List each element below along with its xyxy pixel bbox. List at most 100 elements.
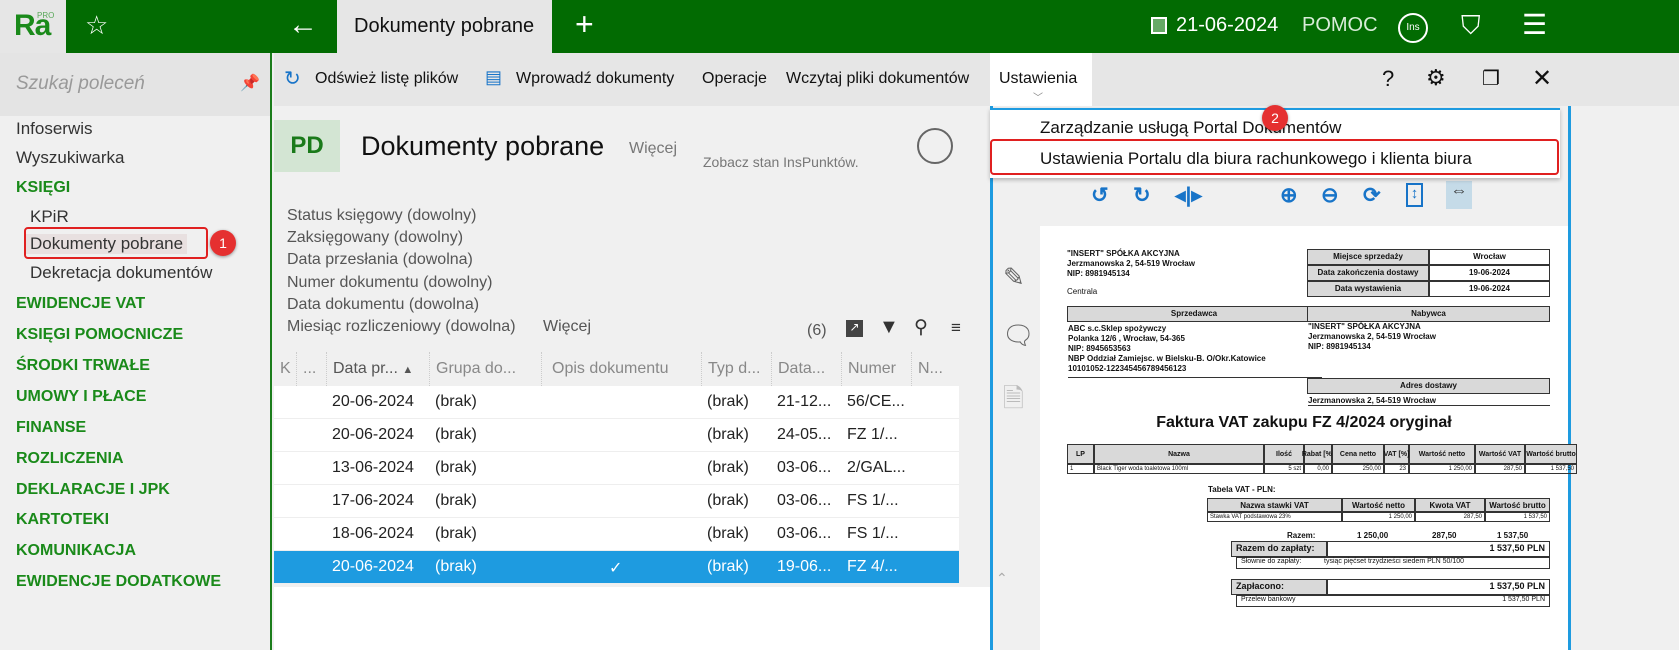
table-row[interactable]: 20-06-2024 (brak) (brak) 21-12... 56/CE... (274, 386, 959, 419)
more-link[interactable]: Więcej (629, 140, 677, 158)
refresh-button[interactable]: Odśwież listę plików (315, 70, 458, 88)
edit-document-icon[interactable]: ✎ (1003, 262, 1025, 293)
documents-table: K ... Data pr... ▲ Grupa do... Opis doku… (274, 352, 959, 587)
sidebar-section[interactable]: ŚRODKI TRWAŁE (16, 357, 150, 375)
table-cell: 03-06... (777, 525, 832, 542)
table-row[interactable]: 20-06-2024 (brak) (brak) 24-05... FZ 1/... (274, 419, 959, 452)
tab-dokumenty-pobrane[interactable]: Dokumenty pobrane (337, 0, 552, 53)
table-row[interactable]: 13-06-2024 (brak) (brak) 03-06... 2/GAL... (274, 452, 959, 485)
search-input[interactable]: Szukaj poleceń (0, 53, 270, 116)
filters-more-link[interactable]: Więcej (543, 318, 591, 336)
table-row[interactable]: 18-06-2024 (brak) (brak) 03-06... FS 1/... (274, 518, 959, 551)
seller-line: NIP: 8945653563 (1068, 344, 1131, 353)
issuer-line: Centrala (1067, 287, 1098, 296)
column-header[interactable]: Typ d... (701, 352, 771, 386)
inspunkty-link[interactable]: Zobacz stan InsPunktów. (703, 154, 859, 170)
column-header[interactable]: Numer (841, 352, 911, 386)
filter-month[interactable]: Miesiąc rozliczeniowy (dowolna) (287, 318, 516, 336)
rotate-right-icon[interactable]: ↻ (1133, 183, 1151, 208)
table-header-cell: Kwota VAT (1415, 498, 1485, 512)
column-header[interactable]: Opis dokumentu (541, 352, 701, 386)
calendar-icon[interactable] (1151, 17, 1167, 34)
table-header-cell: Cena netto (1332, 444, 1384, 464)
document-check-icon[interactable]: 🗎 (1003, 380, 1024, 424)
document-add-icon[interactable]: ▤ (485, 67, 502, 88)
collapse-icon[interactable]: ⌃ (996, 570, 1008, 587)
column-header[interactable]: Data... (771, 352, 841, 386)
vat-sum-cell: Razem: (1287, 531, 1316, 540)
table-row[interactable]: 17-06-2024 (brak) (brak) 03-06... FS 1/... (274, 485, 959, 518)
more-options-icon[interactable]: ≡ (951, 318, 961, 338)
invoice-title: Faktura VAT zakupu FZ 4/2024 oryginał (1156, 414, 1452, 431)
search-icon[interactable]: ⚲ (914, 316, 928, 339)
sidebar-section[interactable]: EWIDENCJE VAT (16, 295, 145, 313)
column-header[interactable]: N... (911, 352, 959, 386)
sidebar-section[interactable]: FINANSE (16, 419, 86, 437)
step-badge-2: 2 (1262, 105, 1288, 131)
current-date[interactable]: 21-06-2024 (1176, 14, 1278, 37)
help-link[interactable]: POMOC (1302, 14, 1378, 37)
sidebar-section[interactable]: UMOWY I PŁACE (16, 388, 146, 406)
table-row[interactable]: 20-06-2024 (brak) ✓ (brak) 19-06... FZ 4/... (274, 551, 959, 584)
app-logo[interactable]: Ra PRO (0, 0, 66, 53)
hamburger-menu-icon[interactable]: ☰ (1522, 8, 1547, 41)
column-header[interactable]: Grupa do... (429, 352, 541, 386)
clock-icon[interactable] (917, 128, 953, 164)
column-header[interactable]: K (274, 352, 296, 386)
filter-number[interactable]: Numer dokumentu (dowolny) (287, 274, 492, 292)
step-badge-1: 1 (210, 230, 236, 256)
filter-status[interactable]: Status księgowy (dowolny) (287, 207, 476, 225)
sidebar-item-dekretacja[interactable]: Dekretacja dokumentów (30, 263, 212, 283)
pin-icon[interactable]: 📌 (240, 73, 260, 93)
column-header[interactable]: ... (296, 352, 326, 386)
refresh-icon[interactable]: ↻ (284, 66, 301, 91)
zoom-in-icon[interactable]: ⊕ (1280, 183, 1298, 208)
enter-documents-button[interactable]: Wprowadź dokumenty (516, 70, 674, 88)
zoom-out-icon[interactable]: ⊖ (1321, 183, 1339, 208)
restore-window-icon[interactable]: ❐ (1482, 66, 1500, 91)
gear-icon[interactable]: ⚙ (1426, 65, 1446, 91)
comments-icon[interactable]: 🗨 (1002, 320, 1035, 351)
add-tab-icon[interactable]: + (575, 6, 594, 43)
vat-sum-cell: 1 250,00 (1357, 531, 1389, 540)
menu-item-portal-management[interactable]: Zarządzanie usługą Portal Dokumentów (1040, 118, 1341, 138)
sidebar-section[interactable]: KSIĘGI POMOCNICZE (16, 326, 183, 344)
settings-menu-button[interactable]: Ustawienia ﹀ (990, 53, 1092, 106)
sidebar-section[interactable]: DEKLARACJE I JPK (16, 481, 170, 499)
sidebar-item-kpir[interactable]: KPiR (30, 207, 69, 227)
shield-check-icon[interactable]: ⛉ (1461, 10, 1481, 42)
preview-scrollbar[interactable] (1568, 106, 1679, 650)
fit-width-icon[interactable]: ⇔ (1446, 181, 1472, 209)
transfer-value: 1 537,50 PLN (1502, 596, 1545, 603)
sidebar-section[interactable]: KARTOTEKI (16, 511, 109, 529)
filter-doc-date[interactable]: Data dokumentu (dowolna) (287, 296, 479, 314)
sidebar-section[interactable]: ROZLICZENIA (16, 450, 124, 468)
table-header-cell: Wartość netto (1342, 498, 1415, 512)
refresh-view-icon[interactable]: ⟳ (1363, 183, 1381, 208)
sidebar-item-wyszukiwarka[interactable]: Wyszukiwarka (16, 148, 124, 168)
help-icon[interactable]: ? (1382, 66, 1394, 92)
sidebar-section-ksiegi[interactable]: KSIĘGI (16, 179, 70, 197)
filter-sent-date[interactable]: Data przesłania (dowolna) (287, 251, 473, 269)
rotate-left-icon[interactable]: ↺ (1091, 183, 1109, 208)
export-icon[interactable]: ↗ (846, 320, 863, 337)
back-arrow-icon[interactable]: ← (288, 8, 318, 42)
sidebar-section[interactable]: KOMUNIKACJA (16, 542, 136, 560)
issuer-block: "INSERT" SPÓŁKA AKCYJNA Jerzmanowska 2, … (1067, 249, 1195, 297)
record-count: (6) (807, 322, 827, 339)
paid-label: Zapłacono: (1231, 579, 1327, 595)
operations-button[interactable]: Operacje (702, 70, 767, 88)
filter-booked[interactable]: Zaksięgowany (dowolny) (287, 229, 463, 247)
table-cell: (brak) (435, 393, 477, 410)
flip-icon[interactable]: ◂|▸ (1175, 183, 1202, 208)
close-icon[interactable]: ✕ (1532, 64, 1552, 93)
sidebar-item-infoserwis[interactable]: Infoserwis (16, 119, 93, 139)
filter-icon[interactable]: ▼ (879, 316, 899, 339)
ins-icon[interactable]: Ins (1398, 13, 1428, 43)
fit-height-icon[interactable]: ↕ (1406, 183, 1423, 207)
load-files-button[interactable]: Wczytaj pliki dokumentów (786, 70, 969, 88)
star-icon[interactable]: ☆ (85, 10, 108, 41)
seller-line: NBP Oddział Zamiejsc. w Bielsku-B. O/Okr… (1068, 354, 1266, 363)
column-header-sorted[interactable]: Data pr... ▲ (326, 352, 429, 386)
sidebar-section[interactable]: EWIDENCJE DODATKOWE (16, 573, 221, 591)
